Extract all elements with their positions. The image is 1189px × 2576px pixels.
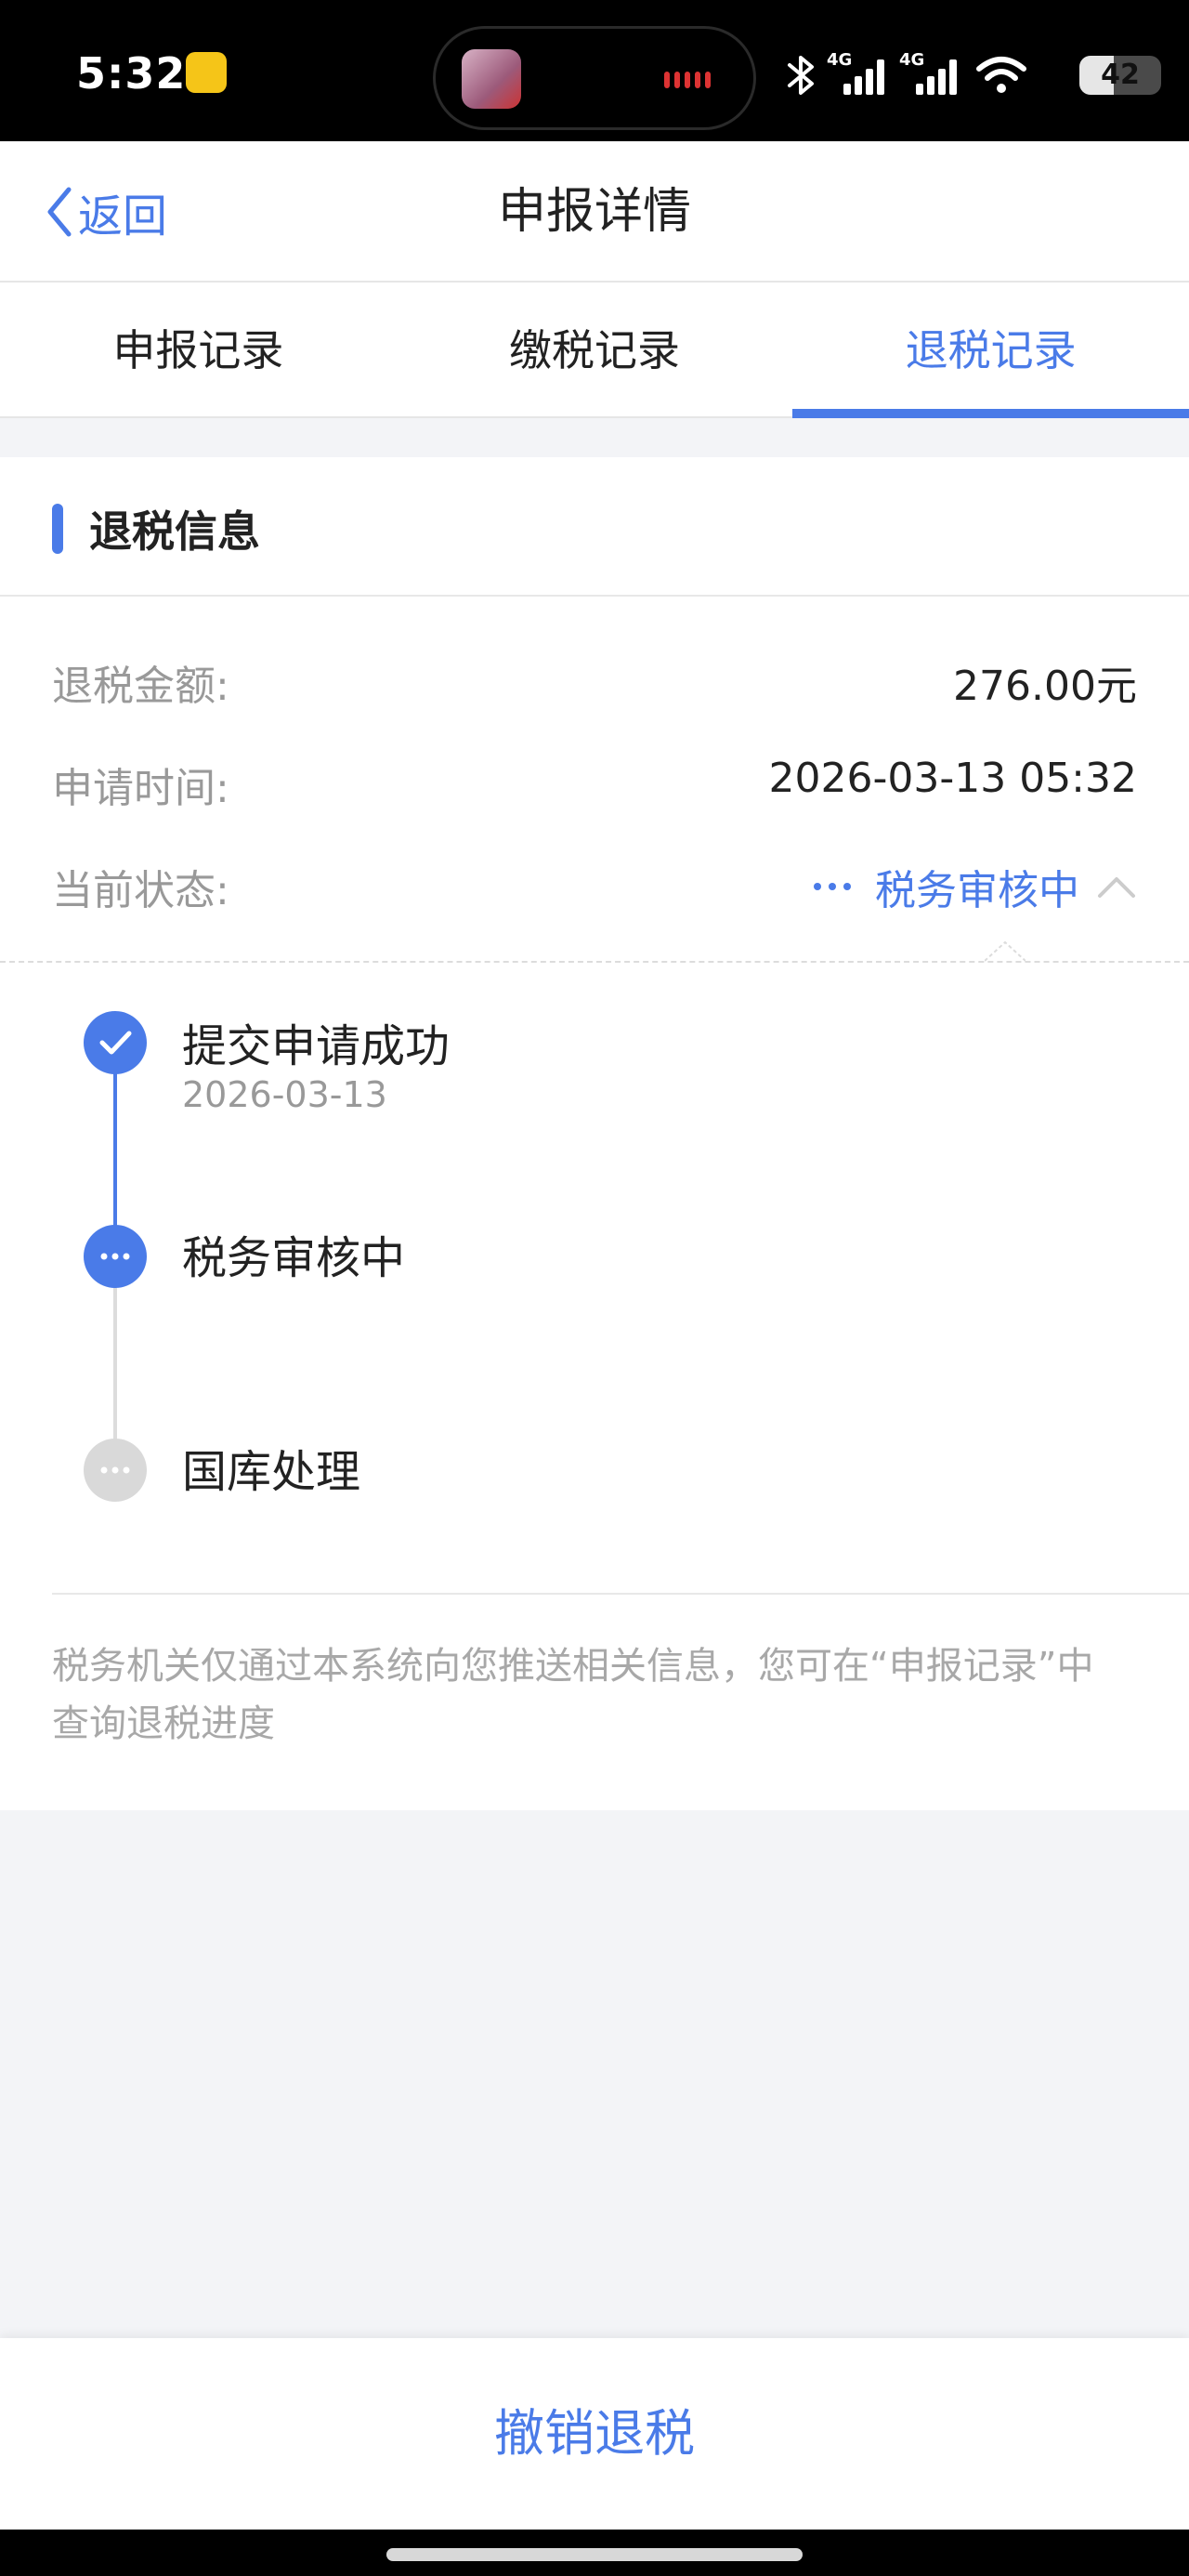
bottom-action-bar: 撤销退税: [0, 2338, 1189, 2530]
signal-icon: [843, 59, 884, 95]
check-icon: [84, 1011, 147, 1074]
chevron-up-icon: [1098, 877, 1135, 898]
home-indicator[interactable]: [386, 2548, 803, 2561]
screen: 5:32 4G 4G 42 申报详情 返回 申报记录 缴税记录 退税记录 退税信…: [0, 0, 1189, 2576]
tab-declaration-records[interactable]: 申报记录: [0, 283, 397, 416]
popover-notch: [985, 940, 1026, 962]
tab-bar: 申报记录 缴税记录 退税记录: [0, 283, 1189, 418]
section-accent-bar: [52, 504, 63, 554]
notice-text: 税务机关仅通过本系统向您推送相关信息，您可在“申报记录”中查询退税进度: [52, 1645, 1094, 1745]
refund-info-card: 退税信息 退税金额: 276.00元 申请时间: 2026-03-13 05:3…: [0, 457, 1189, 1810]
status-toggle[interactable]: 税务审核中: [814, 857, 1137, 916]
dynamic-island[interactable]: [433, 26, 756, 130]
refund-amount-row: 退税金额: 276.00元: [52, 652, 1137, 712]
audio-wave-icon: [664, 70, 720, 92]
current-status-row[interactable]: 当前状态: 税务审核中: [52, 857, 1137, 916]
wifi-icon: [976, 57, 1026, 93]
timeline-step-title: 税务审核中: [182, 1232, 406, 1284]
tab-refund-records[interactable]: 退税记录: [792, 283, 1189, 418]
battery-icon: 42: [1079, 56, 1161, 95]
home-indicator-area: [0, 2530, 1189, 2576]
chevron-left-icon: [47, 187, 72, 237]
apply-time-value: 2026-03-13 05:32: [768, 755, 1138, 802]
timeline-step-title: 提交申请成功: [182, 1020, 451, 1072]
timeline-step-date: 2026-03-13: [182, 1074, 387, 1115]
back-button[interactable]: 返回: [45, 178, 167, 245]
pending-icon: [84, 1439, 147, 1502]
media-thumbnail: [462, 49, 521, 109]
app-notification-icon: [186, 52, 227, 93]
timeline-step-title: 国库处理: [182, 1446, 361, 1498]
apply-time-row: 申请时间: 2026-03-13 05:32: [52, 755, 1137, 814]
back-label: 返回: [78, 191, 168, 243]
current-status-value: 税务审核中: [875, 867, 1079, 914]
nav-bar: 申报详情 返回: [0, 141, 1189, 283]
cancel-refund-button[interactable]: 撤销退税: [0, 2338, 1189, 2530]
apply-time-label: 申请时间:: [52, 765, 229, 812]
section-title: 退税信息: [89, 506, 260, 557]
tab-payment-records[interactable]: 缴税记录: [397, 283, 793, 416]
bluetooth-icon: [788, 56, 814, 95]
refund-amount-label: 退税金额:: [52, 663, 229, 710]
status-bar: 5:32 4G 4G 42: [0, 0, 1189, 141]
status-time: 5:32: [76, 48, 187, 99]
section-header: 退税信息: [0, 457, 1189, 597]
refund-amount-value: 276.00元: [953, 663, 1137, 710]
in-progress-icon: [84, 1225, 147, 1288]
current-status-label: 当前状态:: [52, 867, 229, 914]
card-divider: [52, 1593, 1189, 1595]
battery-percent: 42: [1101, 59, 1140, 91]
signal-icon: [916, 59, 957, 95]
more-dots-icon: [814, 883, 858, 890]
page-title: 申报详情: [497, 184, 691, 240]
